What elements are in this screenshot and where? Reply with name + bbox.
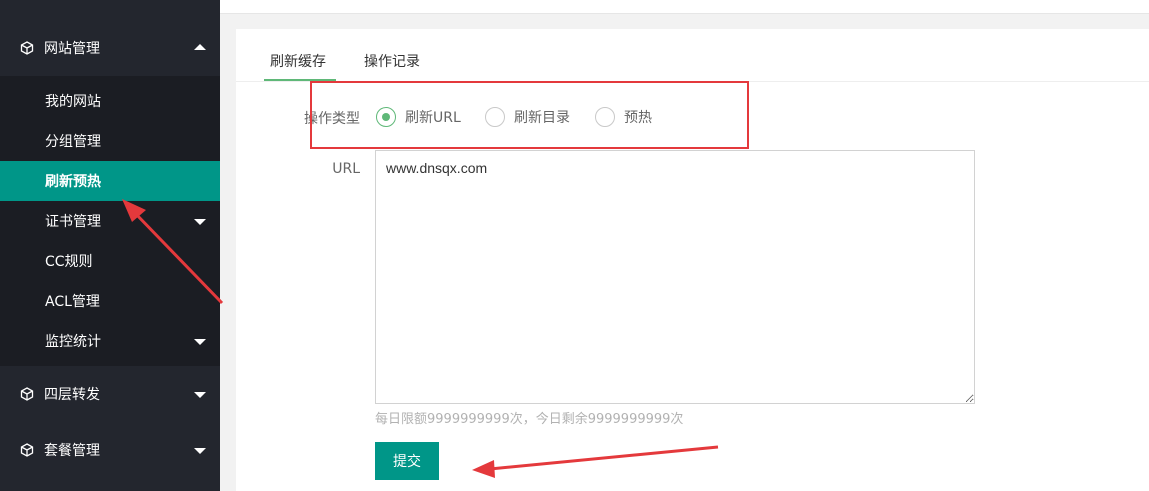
tab-operation-log[interactable]: 操作记录 (364, 51, 420, 71)
chevron-up-icon (194, 44, 206, 50)
chevron-down-icon (194, 339, 206, 345)
sidebar-item-label: 刷新预热 (45, 174, 101, 190)
sidebar-item-my-sites[interactable]: 我的网站 (0, 81, 220, 121)
radio-label: 刷新URL (405, 110, 461, 126)
radio-refresh-url[interactable]: 刷新URL (376, 107, 461, 127)
sidebar-item-label: CC规则 (45, 254, 93, 270)
sidebar-group-website[interactable]: 网站管理 (0, 20, 220, 76)
sidebar-item-monitoring[interactable]: 监控统计 (0, 321, 220, 361)
chevron-down-icon (194, 448, 206, 454)
sidebar-group-layer4[interactable]: 四层转发 (0, 366, 220, 422)
radio-label: 刷新目录 (514, 110, 570, 126)
quota-hint: 每日限额9999999999次，今日剩余9999999999次 (375, 412, 684, 427)
radio-circle (595, 107, 615, 127)
tab-bar: 刷新缓存 操作记录 (236, 29, 1149, 82)
sidebar-item-label: 我的网站 (45, 94, 101, 110)
radio-circle (485, 107, 505, 127)
sidebar-group-label: 四层转发 (44, 387, 100, 403)
radio-refresh-directory[interactable]: 刷新目录 (485, 107, 570, 127)
sidebar-item-acl[interactable]: ACL管理 (0, 281, 220, 321)
sidebar-group-packages[interactable]: 套餐管理 (0, 422, 220, 478)
sidebar-item-label: ACL管理 (45, 294, 100, 310)
submit-button[interactable]: 提交 (375, 442, 439, 480)
operation-type-label: 操作类型 (304, 111, 360, 127)
refresh-cache-panel: 刷新缓存 操作记录 操作类型 刷新URL 刷新目录 预热 URL 每日限额999… (236, 29, 1149, 491)
sidebar-item-label: 监控统计 (45, 334, 101, 350)
sidebar: 网站管理 我的网站 分组管理 刷新预热 证书管理 CC规则 ACL管理 监控统计… (0, 0, 220, 491)
active-tab-indicator (264, 79, 336, 81)
sidebar-item-label: 证书管理 (45, 214, 101, 230)
cube-icon (20, 387, 34, 401)
sidebar-item-groups[interactable]: 分组管理 (0, 121, 220, 161)
sidebar-item-label: 分组管理 (45, 134, 101, 150)
radio-label: 预热 (624, 110, 652, 126)
sidebar-item-certificates[interactable]: 证书管理 (0, 201, 220, 241)
sidebar-group-label: 套餐管理 (44, 443, 100, 459)
sidebar-item-refresh-preheat[interactable]: 刷新预热 (0, 161, 220, 201)
radio-circle (376, 107, 396, 127)
cube-icon (20, 41, 34, 55)
chevron-down-icon (194, 392, 206, 398)
cube-icon (20, 443, 34, 457)
sidebar-item-cc-rules[interactable]: CC规则 (0, 241, 220, 281)
top-header (220, 0, 1149, 14)
chevron-down-icon (194, 219, 206, 225)
radio-preheat[interactable]: 预热 (595, 107, 652, 127)
url-textarea[interactable] (375, 150, 975, 404)
url-label: URL (332, 161, 360, 177)
sidebar-group-label: 网站管理 (44, 41, 100, 57)
website-submenu: 我的网站 分组管理 刷新预热 证书管理 CC规则 ACL管理 监控统计 (0, 76, 220, 366)
tab-refresh-cache[interactable]: 刷新缓存 (270, 51, 326, 71)
